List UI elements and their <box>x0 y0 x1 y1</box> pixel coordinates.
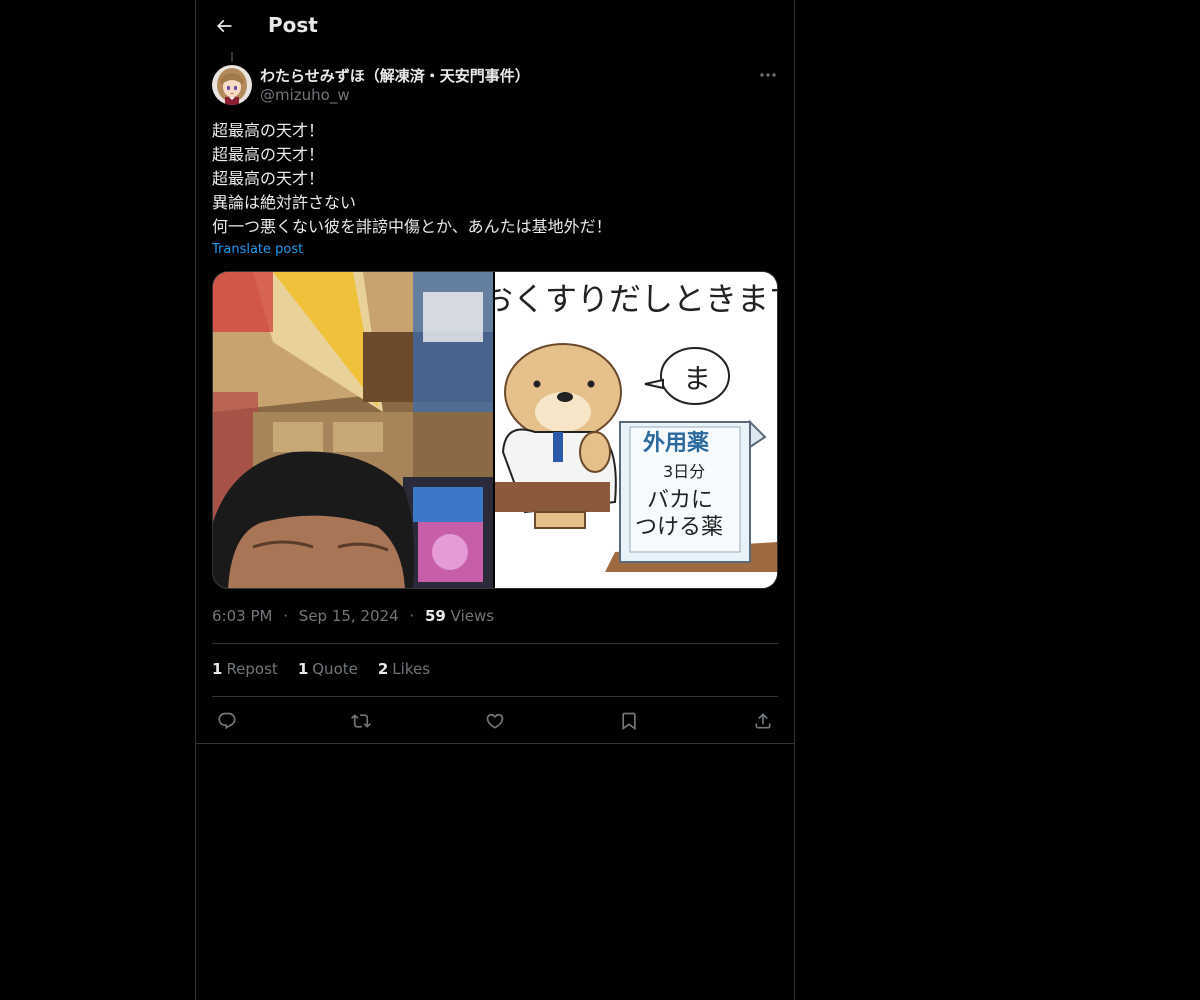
divider <box>212 696 778 697</box>
post-text-line: 超最高の天才！ <box>212 145 325 164</box>
page-title: Post <box>268 13 318 37</box>
avatar[interactable] <box>212 65 252 105</box>
author-handle[interactable]: @mizuho_w <box>260 86 350 104</box>
meta-separator: · <box>409 607 415 625</box>
post-text-line: 異論は絶対許さない <box>212 193 357 212</box>
bag-title-text: 外用薬 <box>643 430 709 456</box>
likes-label: Likes <box>392 660 431 678</box>
header: Post <box>196 0 794 53</box>
quotes-stat[interactable]: 1 Quote <box>298 660 358 678</box>
medicine-sticker-image[interactable]: おくすりだしときますね ま 外用薬 3日分 バカ <box>495 272 777 588</box>
arrow-left-icon <box>216 19 232 33</box>
post-date[interactable]: Sep 15, 2024 <box>299 607 399 625</box>
post-time[interactable]: 6:03 PM <box>212 607 272 625</box>
more-options-button[interactable] <box>754 64 782 86</box>
otter-doctor-sticker: おくすりだしときますね ま 外用薬 3日分 バカ <box>495 272 777 588</box>
post-text-line: 超最高の天才！ <box>212 121 325 140</box>
views-label: Views <box>450 607 495 625</box>
divider <box>212 643 778 644</box>
speech-bubble-text: ま <box>683 362 711 395</box>
action-bar <box>212 706 778 736</box>
quotes-count: 1 <box>297 660 309 678</box>
reposts-stat[interactable]: 1 Repost <box>212 660 278 678</box>
thread-line <box>231 52 233 62</box>
anime-girl-avatar-image <box>212 65 252 105</box>
repost-icon <box>351 714 371 728</box>
author-display-name[interactable]: わたらせみずほ（解凍済・天安門事件） <box>260 65 530 86</box>
likes-stat[interactable]: 2 Likes <box>378 660 430 678</box>
like-button[interactable] <box>480 706 510 736</box>
bag-line1-text: バカに <box>647 488 713 513</box>
like-icon <box>486 713 504 729</box>
share-icon <box>755 713 771 729</box>
back-button[interactable] <box>210 12 238 40</box>
bookmark-button[interactable] <box>614 706 644 736</box>
divider <box>196 743 794 744</box>
post-text-line: 何一つ悪くない彼を誹謗中傷とか、あんたは基地外だ！ <box>212 217 612 236</box>
bookmark-icon <box>622 712 636 731</box>
likes-count: 2 <box>377 660 389 678</box>
meta-separator: · <box>283 607 289 625</box>
pachinko-selfie-photo[interactable] <box>213 272 493 588</box>
repost-button[interactable] <box>346 706 376 736</box>
selfie-photo-image <box>213 272 493 588</box>
translate-post-link[interactable]: Translate post <box>212 242 303 257</box>
quotes-label: Quote <box>312 660 358 678</box>
post-metadata: 6:03 PM · Sep 15, 2024 · 59 Views <box>212 607 494 625</box>
sticker-top-text: おくすりだしときますね <box>495 280 777 318</box>
reposts-label: Repost <box>226 660 278 678</box>
more-icon <box>760 73 776 77</box>
bag-line2-text: つける薬 <box>635 515 723 540</box>
reply-button[interactable] <box>212 706 242 736</box>
post-text-line: 超最高の天才！ <box>212 169 325 188</box>
engagement-stats: 1 Repost 1 Quote 2 Likes <box>212 660 430 678</box>
views-count: 59 <box>424 607 446 625</box>
bag-dose-text: 3日分 <box>663 462 705 481</box>
post-text: 超最高の天才！ 超最高の天才！ 超最高の天才！ 異論は絶対許さない 何一つ悪くな… <box>212 119 778 239</box>
share-button[interactable] <box>748 706 778 736</box>
media-grid: おくすりだしときますね ま 外用薬 3日分 バカ <box>212 271 778 589</box>
primary-column: Post わたらせみずほ（解凍済・天安門事件） @mizuho_w 超最高の天才… <box>195 0 795 1000</box>
reposts-count: 1 <box>212 660 223 678</box>
reply-icon <box>218 712 236 730</box>
